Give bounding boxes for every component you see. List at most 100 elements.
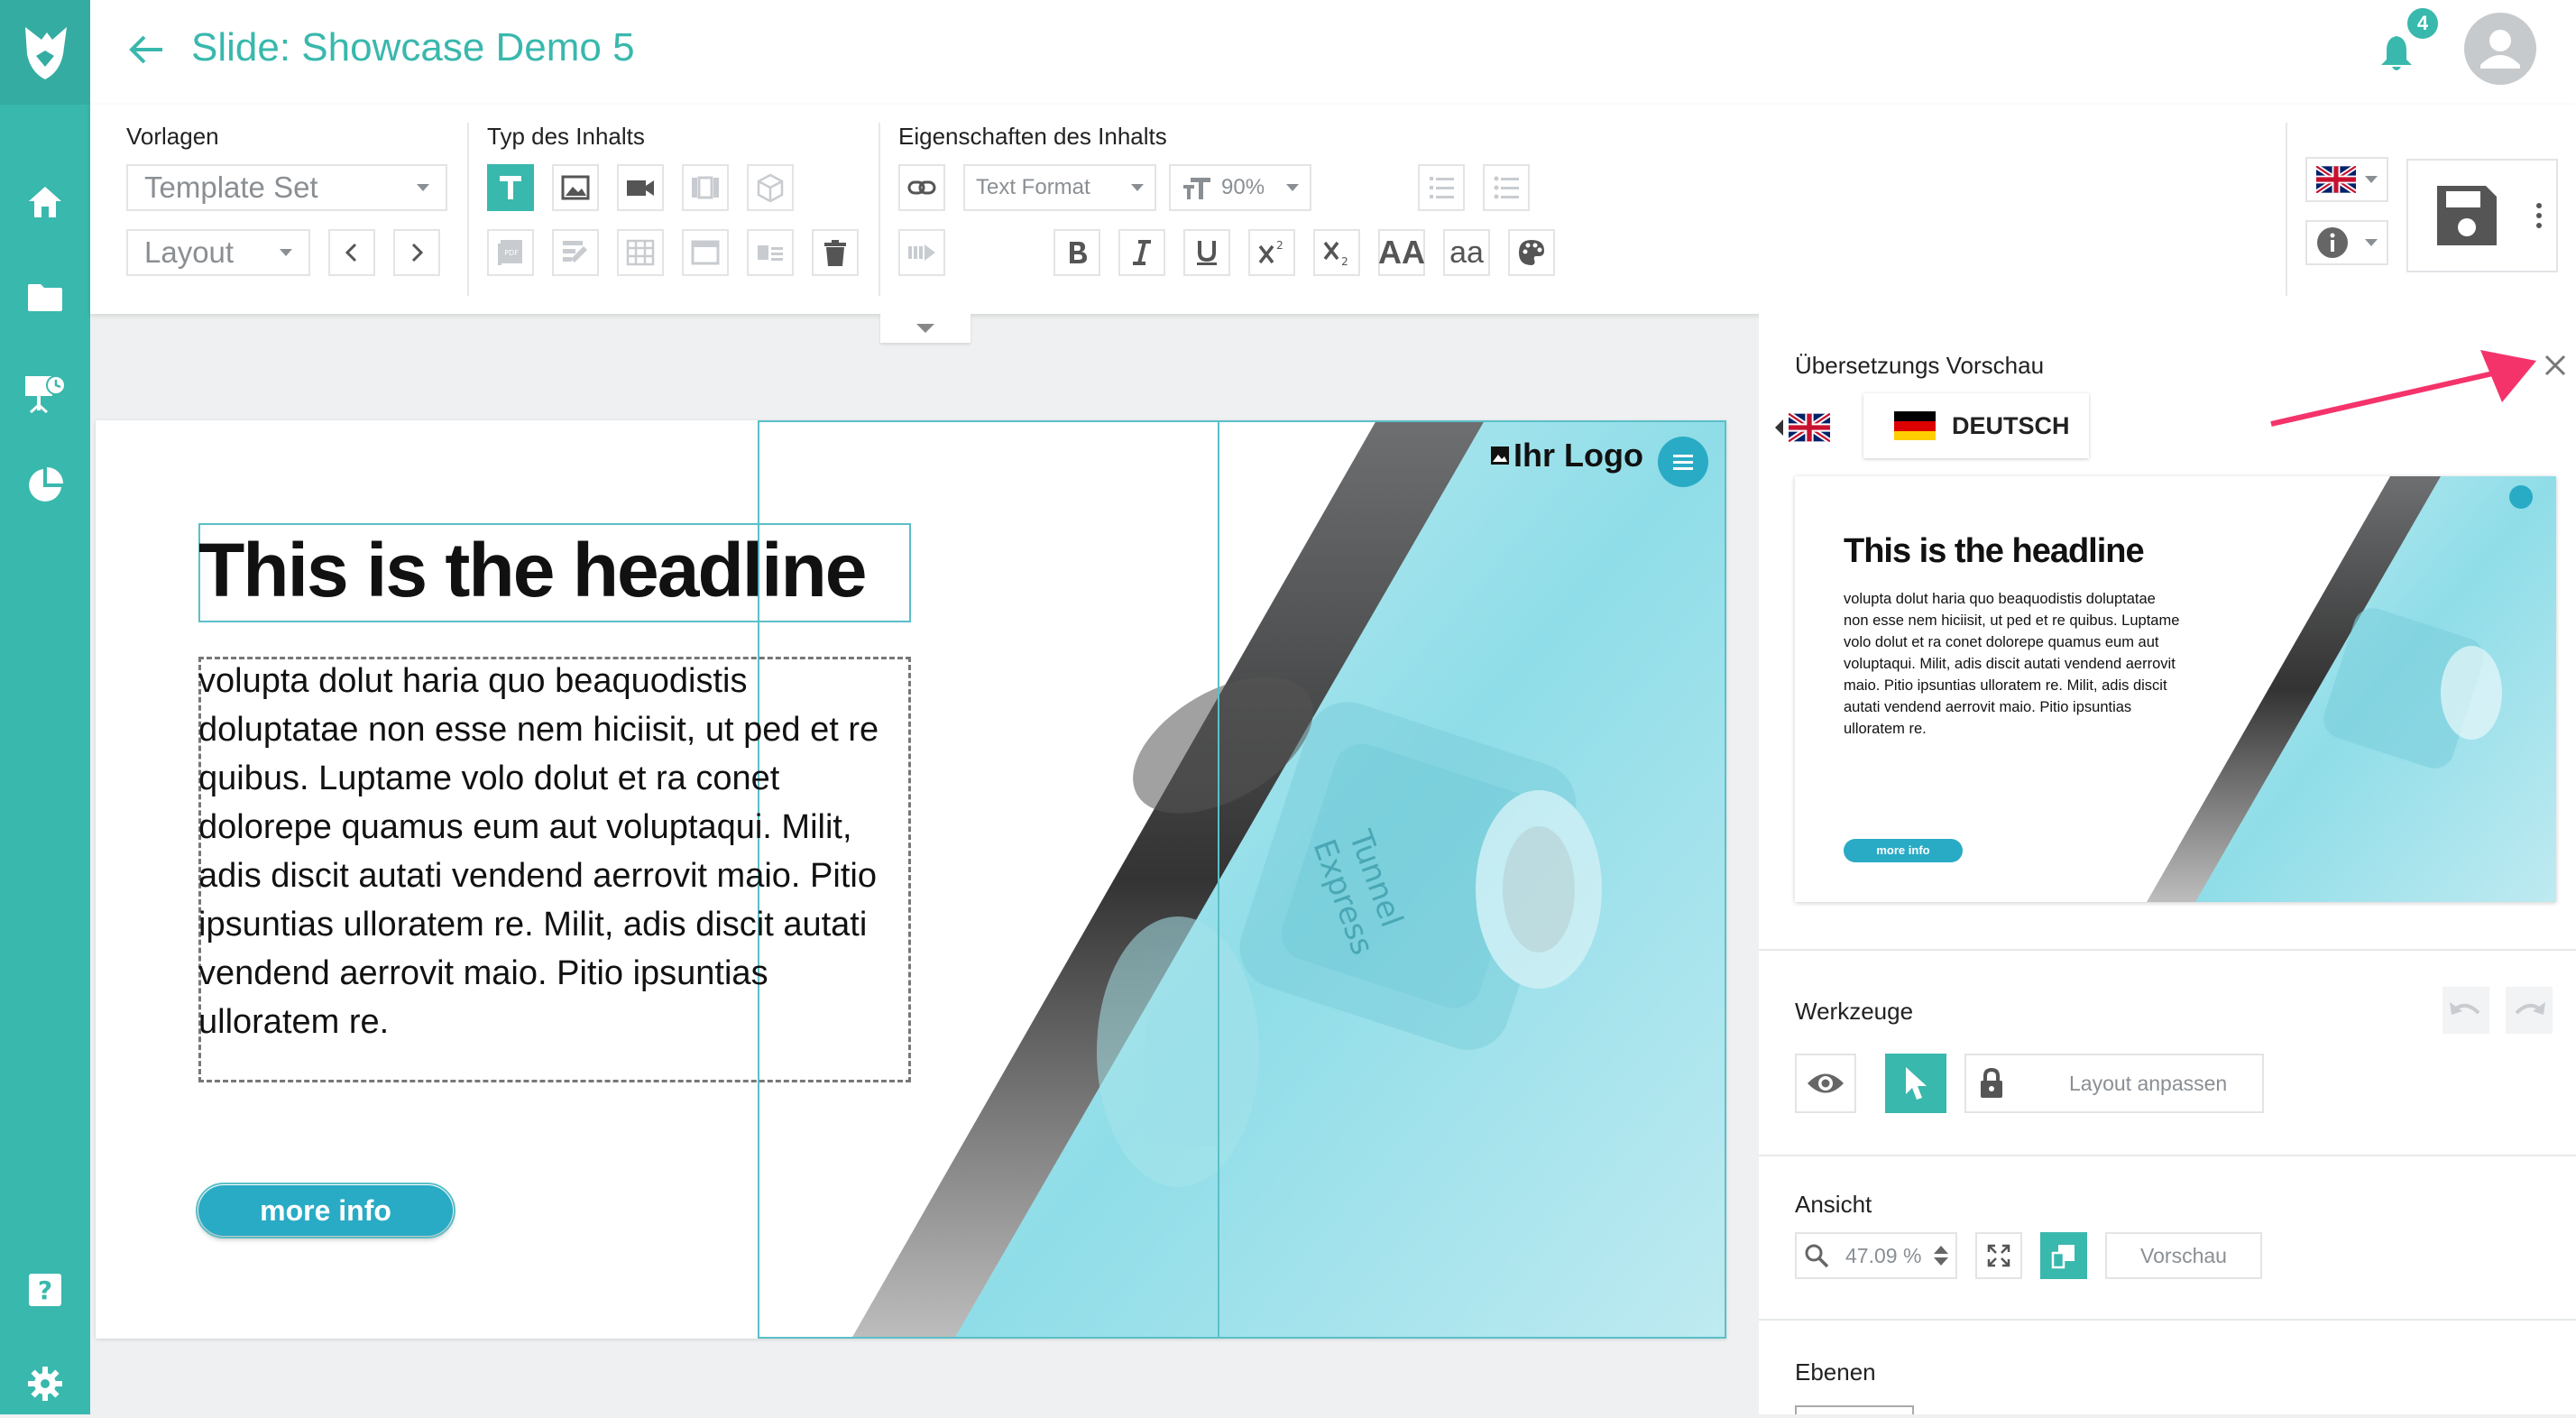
pdf-type-button[interactable]: PDF [487,229,534,276]
font-size-select[interactable]: 90% [1169,164,1311,211]
window-icon [691,240,720,265]
link-icon [907,180,936,195]
page-title: Slide: Showcase Demo 5 [191,25,635,69]
bold-button[interactable] [1053,229,1100,276]
devices-icon [2051,1245,2075,1269]
panel-divider [1759,1155,2576,1156]
close-icon[interactable] [2544,354,2567,377]
language-select[interactable] [2305,157,2388,202]
sidebar-item-help[interactable]: ? [0,1256,90,1324]
preview-menu-button [2509,485,2533,509]
palette-icon [1519,240,1544,265]
stepper-icon[interactable] [1934,1246,1948,1266]
more-info-button[interactable]: more info [196,1183,455,1238]
slide-canvas[interactable]: Tunnel Express Ihr Logo This is the head… [96,420,1726,1339]
slide-menu-button[interactable] [1658,437,1708,487]
text-case-button[interactable]: aa [1443,229,1490,276]
fox-logo-icon [25,27,67,79]
back-arrow-icon[interactable] [128,34,164,65]
text-format-select[interactable]: Text Format [963,164,1156,211]
save-icon[interactable] [2433,182,2500,249]
link-button[interactable] [898,164,945,211]
fit-to-screen-button[interactable] [1975,1232,2022,1279]
ordered-list-button[interactable] [1418,164,1465,211]
gallery-type-button[interactable] [682,164,729,211]
user-icon [2480,30,2520,69]
underline-icon [1197,241,1217,265]
delete-button[interactable] [812,229,859,276]
layout-value: Layout [144,235,235,269]
subscript-button[interactable]: 2 [1313,229,1360,276]
superscript-button[interactable]: 2 [1248,229,1295,276]
zoom-input[interactable]: 47.09 % [1795,1232,1957,1279]
video-type-button[interactable] [617,164,664,211]
device-preview-button[interactable] [2040,1232,2087,1279]
ordered-list-icon [1430,177,1454,198]
svg-text:?: ? [38,1275,52,1305]
view-title: Ansicht [1795,1191,1872,1218]
3d-type-button[interactable] [747,164,794,211]
frame-type-button[interactable] [682,229,729,276]
slide-headline[interactable]: This is the headline [198,527,868,614]
text-type-button[interactable] [487,164,534,211]
help-icon: ? [29,1274,61,1306]
unordered-list-icon [1494,176,1519,199]
font-family-button[interactable]: AA [1378,229,1425,276]
select-mode-button[interactable] [1885,1054,1946,1113]
more-vertical-icon[interactable] [2535,202,2544,229]
layout-anpassen-button[interactable]: Layout anpassen [1964,1054,2264,1113]
source-language-toggle[interactable] [1775,413,1830,442]
underline-button[interactable] [1183,229,1230,276]
layers-list [1795,1405,1914,1414]
translation-preview-title: Übersetzungs Vorschau [1795,352,2045,379]
undo-button[interactable] [2443,987,2489,1034]
redo-icon [2515,1002,2545,1015]
sidebar-item-folder[interactable] [0,263,90,332]
trash-icon [824,240,846,266]
superscript-digit: 2 [1276,239,1283,252]
typ-label: Typ des Inhalts [487,123,645,150]
slide-logo[interactable]: Ihr Logo [1490,437,1643,474]
sidebar-item-presentation[interactable] [0,359,90,428]
chevron-right-icon [411,243,424,262]
redo-button[interactable] [2506,987,2553,1034]
avatar[interactable] [2464,13,2536,85]
lock-icon [1981,1067,2002,1098]
tab-deutsch[interactable]: DEUTSCH [1863,393,2089,458]
layout-next-button[interactable] [393,229,440,276]
menu-icon [1673,455,1693,470]
chevron-down-icon [417,184,429,191]
toolbar-divider [879,123,880,296]
vorschau-button[interactable]: Vorschau [2105,1232,2262,1279]
layout-prev-button[interactable] [328,229,375,276]
layout-select[interactable]: Layout [126,229,310,276]
card-type-button[interactable] [747,229,794,276]
unordered-list-button[interactable] [1483,164,1530,211]
form-type-button[interactable] [552,229,599,276]
notification-button[interactable]: 4 [2372,5,2441,79]
eye-icon [1808,1073,1844,1093]
sidebar-item-statistics[interactable] [0,451,90,520]
italic-button[interactable] [1118,229,1165,276]
slide-logo-text: Ihr Logo [1513,437,1643,474]
image-type-button[interactable] [552,164,599,211]
color-button[interactable] [1508,229,1555,276]
toolbar: Vorlagen Template Set Layout Typ des Inh… [90,105,2576,314]
translation-preview[interactable]: This is the headline volupta dolut haria… [1795,476,2556,902]
table-type-button[interactable] [617,229,664,276]
text-case-icon: aa [1449,235,1484,270]
image-icon [1491,447,1509,465]
app-logo[interactable] [0,0,90,105]
sidebar-item-home[interactable] [0,168,90,236]
info-select[interactable] [2305,220,2388,265]
animation-button[interactable] [898,229,945,276]
undo-icon [2450,1002,2480,1015]
template-set-select[interactable]: Template Set [126,164,447,211]
preview-body-text: volupta dolut haria quo beaquodistis dol… [1844,591,2180,737]
sidebar-item-settings[interactable] [0,1349,90,1418]
toolbar-collapse-toggle[interactable] [880,314,971,343]
preview-mode-button[interactable] [1795,1054,1856,1113]
slide-body-text[interactable]: volupta dolut haria quo beaquodistis dol… [198,657,907,1046]
vorlagen-label: Vorlagen [126,123,219,150]
arrow-annotation-icon [2270,350,2536,427]
